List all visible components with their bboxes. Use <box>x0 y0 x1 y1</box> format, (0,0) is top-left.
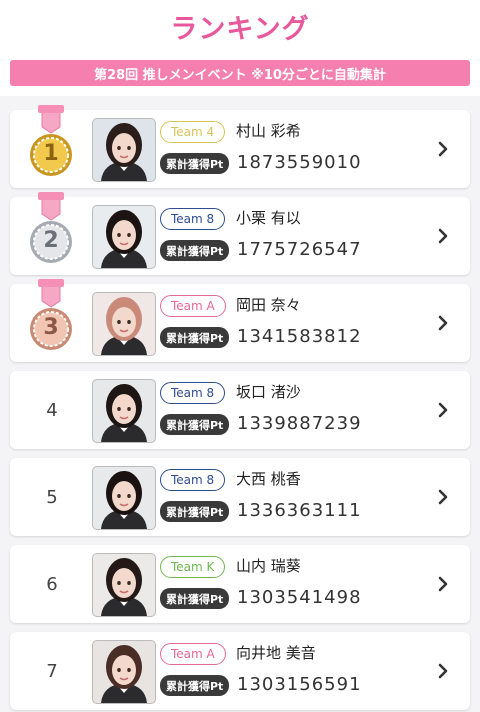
points-value: 1775726547 <box>237 239 362 260</box>
member-photo <box>92 553 156 617</box>
chevron-right-icon[interactable] <box>437 401 449 419</box>
member-name: 村山 彩希 <box>236 122 301 140</box>
app-header: ランキング <box>0 0 480 53</box>
member-name: 向井地 美音 <box>236 644 316 662</box>
team-badge: Team A <box>160 643 226 665</box>
points-value: 1341583812 <box>237 326 362 347</box>
member-photo <box>92 118 156 182</box>
ranking-card[interactable]: 3 Team A 岡田 奈々 累計獲得Pt 1341583812 <box>10 279 470 362</box>
points-value: 1873559010 <box>237 152 362 173</box>
bronze-medal-icon: 3 <box>24 279 78 359</box>
member-name: 坂口 渚沙 <box>236 383 301 401</box>
member-name: 山内 瑞葵 <box>236 557 301 575</box>
chevron-right-icon[interactable] <box>437 227 449 245</box>
event-banner-area: 第28回 推しメンイベント ※10分ごとに自動集計 <box>0 52 480 96</box>
team-badge: Team 8 <box>160 208 226 230</box>
team-badge: Team 8 <box>160 469 226 491</box>
rank-number: 6 <box>46 573 58 595</box>
team-badge: Team K <box>160 556 226 578</box>
points-label: 累計獲得Pt <box>160 675 230 696</box>
points-value: 1303156591 <box>237 674 362 695</box>
ranking-card[interactable]: 6 Team K 山内 瑞葵 累計獲得Pt 1303541498 <box>10 545 470 623</box>
points-value: 1336363111 <box>237 500 362 521</box>
points-label: 累計獲得Pt <box>160 240 230 261</box>
rank-number: 3 <box>43 315 59 340</box>
ranking-card[interactable]: 5 Team 8 大西 桃香 累計獲得Pt 1336363111 <box>10 458 470 536</box>
member-name: 岡田 奈々 <box>236 296 301 314</box>
member-photo <box>92 205 156 269</box>
points-label: 累計獲得Pt <box>160 153 230 174</box>
gold-medal-icon: 1 <box>24 105 78 185</box>
chevron-right-icon[interactable] <box>437 488 449 506</box>
ranking-card[interactable]: 4 Team 8 坂口 渚沙 累計獲得Pt 1339887239 <box>10 371 470 449</box>
event-title: 第28回 推しメンイベント ※10分ごとに自動集計 <box>94 67 386 83</box>
rank-number: 5 <box>46 486 58 508</box>
member-photo <box>92 292 156 356</box>
page-title: ランキング <box>170 13 310 45</box>
rank-number: 2 <box>43 228 59 253</box>
points-label: 累計獲得Pt <box>160 414 230 435</box>
team-badge: Team A <box>160 295 226 317</box>
points-value: 1339887239 <box>237 413 362 434</box>
chevron-right-icon[interactable] <box>437 140 449 158</box>
rank-number: 1 <box>43 141 59 166</box>
points-value: 1303541498 <box>237 587 362 608</box>
team-badge: Team 8 <box>160 382 226 404</box>
member-name: 大西 桃香 <box>236 470 301 488</box>
points-label: 累計獲得Pt <box>160 327 230 348</box>
points-label: 累計獲得Pt <box>160 501 230 522</box>
rank-number: 7 <box>46 660 58 682</box>
event-banner: 第28回 推しメンイベント ※10分ごとに自動集計 <box>10 60 470 86</box>
ranking-card[interactable]: 7 Team A 向井地 美音 累計獲得Pt 1303156591 <box>10 632 470 710</box>
points-label: 累計獲得Pt <box>160 588 230 609</box>
member-photo <box>92 640 156 704</box>
member-name: 小栗 有以 <box>236 209 301 227</box>
ranking-card[interactable]: 2 Team 8 小栗 有以 累計獲得Pt 1775726547 <box>10 192 470 275</box>
ranking-card[interactable]: 1 Team 4 村山 彩希 累計獲得Pt 1873559010 <box>10 105 470 188</box>
chevron-right-icon[interactable] <box>437 314 449 332</box>
chevron-right-icon[interactable] <box>437 575 449 593</box>
silver-medal-icon: 2 <box>24 192 78 272</box>
member-photo <box>92 379 156 443</box>
team-badge: Team 4 <box>160 121 226 143</box>
rank-number: 4 <box>46 399 58 421</box>
chevron-right-icon[interactable] <box>437 662 449 680</box>
member-photo <box>92 466 156 530</box>
